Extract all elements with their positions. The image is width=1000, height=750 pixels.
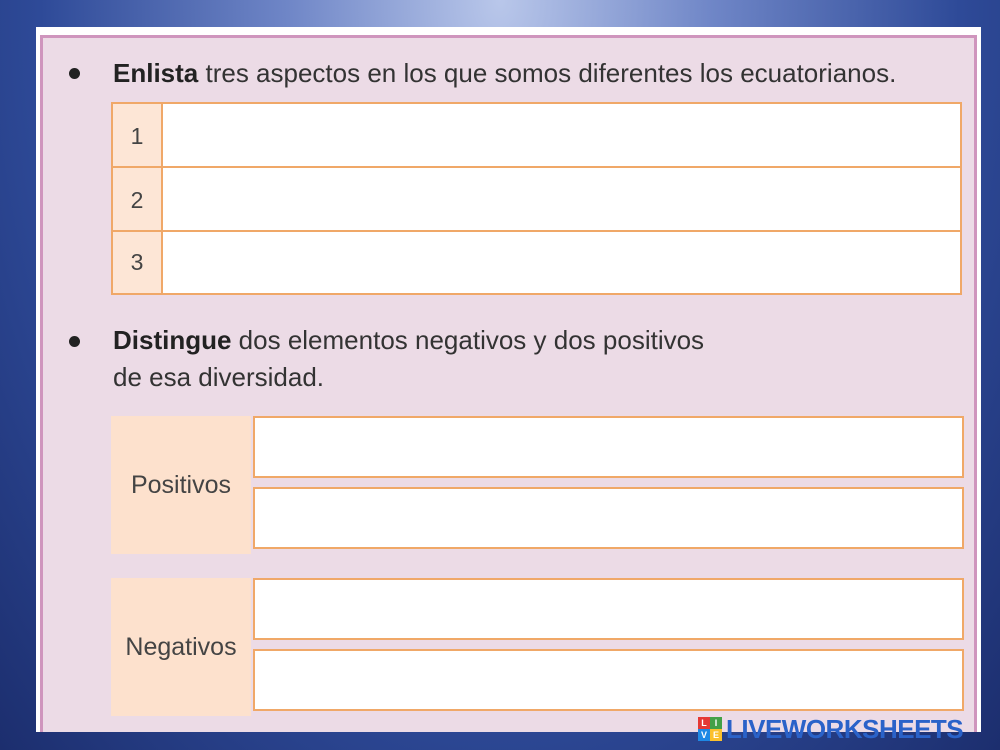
bullet-icon bbox=[69, 68, 80, 79]
row-number: 2 bbox=[113, 168, 163, 232]
brand-watermark: L I V E LIVEWORKSHEETS bbox=[698, 713, 964, 744]
instruction-2-verb: Distingue bbox=[113, 325, 232, 355]
worksheet-page: Enlista tres aspectos en los que somos d… bbox=[36, 27, 981, 732]
logo-letter: E bbox=[710, 729, 722, 741]
logo-letter: V bbox=[698, 729, 710, 741]
brand-logo-icon: L I V E bbox=[698, 717, 722, 741]
bullet-icon bbox=[69, 336, 80, 347]
brand-name: LIVEWORKSHEETS bbox=[726, 713, 964, 744]
answer-field-1[interactable] bbox=[163, 104, 960, 168]
table-row: 2 bbox=[113, 168, 960, 232]
instruction-1-text: tres aspectos en los que somos diferente… bbox=[198, 58, 897, 88]
instruction-2-text-cont: de esa diversidad. bbox=[113, 362, 325, 392]
negative-field-2[interactable] bbox=[253, 649, 964, 711]
activity-card: Enlista tres aspectos en los que somos d… bbox=[40, 35, 977, 732]
instruction-1: Enlista tres aspectos en los que somos d… bbox=[113, 55, 896, 92]
row-number: 3 bbox=[113, 232, 163, 293]
negative-field-1[interactable] bbox=[253, 578, 964, 640]
table-row: 1 bbox=[113, 104, 960, 168]
negative-label: Negativos bbox=[111, 578, 251, 716]
logo-letter: L bbox=[698, 717, 710, 729]
positive-label: Positivos bbox=[111, 416, 251, 554]
instruction-1-verb: Enlista bbox=[113, 58, 199, 88]
instruction-2-text: dos elementos negativos y dos positivos bbox=[231, 325, 705, 355]
logo-letter: I bbox=[710, 717, 722, 729]
answer-field-2[interactable] bbox=[163, 168, 960, 232]
positive-field-1[interactable] bbox=[253, 416, 964, 478]
answer-field-3[interactable] bbox=[163, 232, 960, 293]
aspects-table: 1 2 3 bbox=[111, 102, 962, 295]
positive-field-2[interactable] bbox=[253, 487, 964, 549]
instruction-2: Distingue dos elementos negativos y dos … bbox=[113, 322, 704, 396]
table-row: 3 bbox=[113, 232, 960, 293]
row-number: 1 bbox=[113, 104, 163, 168]
